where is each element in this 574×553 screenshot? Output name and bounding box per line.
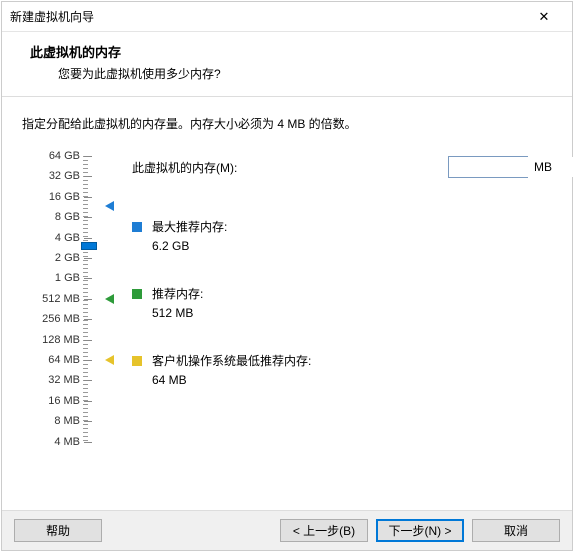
- min-marker-icon: [105, 355, 114, 365]
- header-title: 此虚拟机的内存: [30, 42, 552, 61]
- instruction-text: 指定分配给此虚拟机的内存量。内存大小必须为 4 MB 的倍数。: [22, 115, 552, 132]
- legend-recommended: 推荐内存: 512 MB: [132, 285, 552, 320]
- min-square-icon: [132, 356, 142, 366]
- legend-min: 客户机操作系统最低推荐内存: 64 MB: [132, 352, 552, 387]
- button-bar: 帮助 < 上一步(B) 下一步(N) > 取消: [2, 510, 572, 550]
- memory-scale: 64 GB32 GB16 GB8 GB4 GB2 GB1 GB512 MB256…: [22, 156, 92, 446]
- recommended-marker-icon: [105, 294, 114, 304]
- memory-input-row: 此虚拟机的内存(M): ▲ ▼ MB: [132, 156, 552, 178]
- slider-thumb[interactable]: [81, 242, 97, 250]
- scale-tick-label: 4 MB: [54, 436, 80, 448]
- window-title: 新建虚拟机向导: [10, 8, 524, 25]
- memory-controls: 此虚拟机的内存(M): ▲ ▼ MB: [92, 156, 552, 446]
- scale-tick-label: 8 MB: [54, 415, 80, 427]
- wizard-header: 此虚拟机的内存 您要为此虚拟机使用多少内存?: [2, 32, 572, 97]
- legend-min-label: 客户机操作系统最低推荐内存:: [152, 352, 311, 369]
- help-button[interactable]: 帮助: [14, 519, 102, 542]
- scale-tick-label: 8 GB: [55, 211, 80, 223]
- legend-min-value: 64 MB: [132, 373, 552, 387]
- scale-tick-label: 64 GB: [49, 150, 80, 162]
- scale-tick-label: 2 GB: [55, 252, 80, 264]
- scale-tick-label: 1 GB: [55, 272, 80, 284]
- cancel-button[interactable]: 取消: [472, 519, 560, 542]
- recommended-square-icon: [132, 289, 142, 299]
- memory-input[interactable]: [449, 157, 574, 177]
- titlebar: 新建虚拟机向导: [2, 2, 572, 32]
- next-button[interactable]: 下一步(N) >: [376, 519, 464, 542]
- content-area: 指定分配给此虚拟机的内存量。内存大小必须为 4 MB 的倍数。 64 GB 32 …: [2, 97, 572, 510]
- scale-tick-label: 64 MB: [48, 354, 80, 366]
- memory-spinner: ▲ ▼ MB: [448, 156, 552, 178]
- scale-tick-label: 32 MB: [48, 374, 80, 386]
- memory-input-label: 此虚拟机的内存(M):: [132, 159, 448, 176]
- header-subtitle: 您要为此虚拟机使用多少内存?: [30, 65, 552, 82]
- back-button[interactable]: < 上一步(B): [280, 519, 368, 542]
- scale-tick-label: 32 GB: [49, 170, 80, 182]
- memory-area: 64 GB32 GB16 GB8 GB4 GB2 GB1 GB512 MB256…: [22, 156, 552, 446]
- scale-tick-label: 16 GB: [49, 191, 80, 203]
- max-square-icon: [132, 222, 142, 232]
- memory-unit: MB: [534, 160, 552, 174]
- legend-max-value: 6.2 GB: [132, 239, 552, 253]
- wizard-dialog: 新建虚拟机向导 此虚拟机的内存 您要为此虚拟机使用多少内存? 指定分配给此虚拟机…: [1, 1, 573, 551]
- max-marker-icon: [105, 201, 114, 211]
- legend-max: 最大推荐内存: 6.2 GB: [132, 218, 552, 253]
- legend-recommended-label: 推荐内存:: [152, 285, 203, 302]
- legend-recommended-value: 512 MB: [132, 306, 552, 320]
- scale-tick-label: 256 MB: [42, 313, 80, 325]
- scale-tick-label: 4 GB: [55, 232, 80, 244]
- scale-tick-label: 16 MB: [48, 395, 80, 407]
- close-icon[interactable]: [524, 3, 564, 31]
- legend-max-label: 最大推荐内存:: [152, 218, 227, 235]
- scale-tick-label: 128 MB: [42, 334, 80, 346]
- memory-field: ▲ ▼: [448, 156, 528, 178]
- scale-tick-label: 512 MB: [42, 293, 80, 305]
